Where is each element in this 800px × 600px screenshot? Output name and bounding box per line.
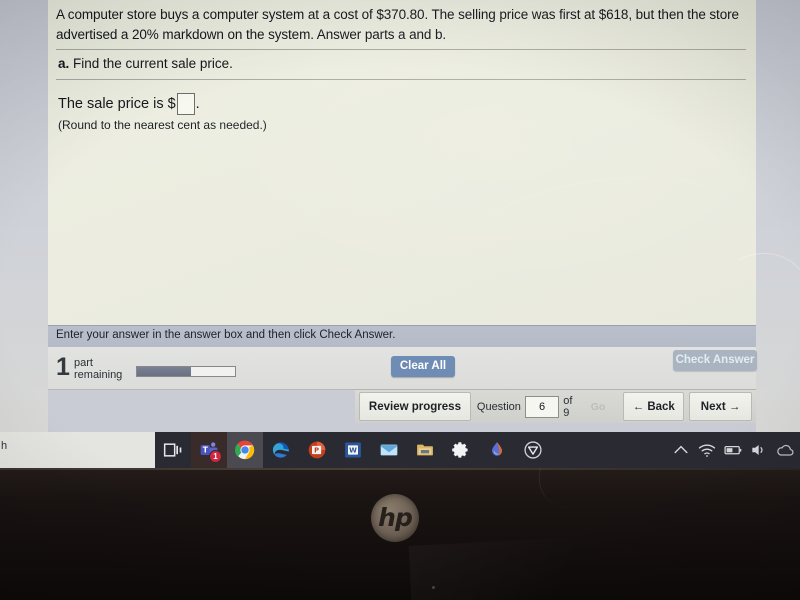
instruction-strip: Enter your answer in the answer box and …: [48, 325, 756, 348]
page-right-gutter: [756, 0, 800, 432]
parts-remaining-label-line1: part: [74, 357, 93, 369]
laptop-screen: A computer store buys a computer system …: [0, 0, 800, 432]
bezel-speck: [432, 586, 435, 589]
next-button[interactable]: Next →: [689, 392, 752, 421]
teams-unread-badge: 1: [209, 450, 222, 463]
shield-app-icon[interactable]: [515, 432, 551, 468]
instruction-text: Enter your answer in the answer box and …: [56, 329, 396, 341]
hp-brand-logo: hp: [371, 494, 419, 542]
taskbar-pinned-items: T 1 P W: [155, 432, 551, 468]
question-navigation-bar: Review progress Question 6 of 9 Go ← Bac…: [355, 389, 756, 423]
part-a-prompt: a. Find the current sale price.: [58, 56, 233, 71]
laptop-bezel: hp: [0, 468, 800, 600]
answer-prompt-line: The sale price is $.: [58, 93, 200, 115]
progress-bar-fill: [137, 367, 191, 376]
part-a-text: Find the current sale price.: [73, 56, 233, 71]
exercise-panel: A computer store buys a computer system …: [48, 0, 756, 325]
powerpoint-icon[interactable]: P: [299, 432, 335, 468]
page-left-gutter: [0, 0, 48, 432]
parts-remaining-label-line2: remaining: [74, 369, 123, 381]
question-label: Question: [476, 400, 521, 413]
word-icon[interactable]: W: [335, 432, 371, 468]
review-progress-button[interactable]: Review progress: [359, 392, 471, 421]
question-stem: A computer store buys a computer system …: [56, 7, 739, 42]
svg-text:P: P: [314, 447, 319, 455]
question-number-input[interactable]: 6: [524, 395, 560, 418]
droplet-app-icon[interactable]: [479, 432, 515, 468]
system-tray: [668, 432, 800, 468]
bezel-sheen: [408, 534, 642, 600]
parts-remaining-label: part remaining: [74, 357, 122, 381]
wifi-icon[interactable]: [694, 432, 720, 468]
svg-text:T: T: [203, 446, 209, 455]
bezel-edge-highlight: [0, 468, 800, 470]
progress-bar-track: [136, 366, 236, 377]
clear-all-button[interactable]: Clear All: [391, 356, 455, 377]
task-view-icon[interactable]: [155, 432, 191, 468]
microsoft-edge-icon[interactable]: [263, 432, 299, 468]
volume-icon[interactable]: [746, 432, 772, 468]
microsoft-teams-icon[interactable]: T 1: [191, 432, 227, 468]
answer-prompt-suffix: .: [195, 96, 200, 112]
settings-gear-icon[interactable]: [443, 432, 479, 468]
mail-icon[interactable]: [371, 432, 407, 468]
back-button[interactable]: ← Back: [623, 392, 685, 421]
answer-input-box[interactable]: [176, 93, 195, 115]
onedrive-icon[interactable]: [772, 432, 798, 468]
rounding-instruction: (Round to the nearest cent as needed.): [58, 118, 267, 132]
file-explorer-icon[interactable]: [407, 432, 443, 468]
question-total-label: of 9: [563, 394, 573, 419]
question-jump-group: Question 6 of 9 Go: [471, 390, 617, 423]
divider-above-part: [56, 49, 746, 50]
go-button[interactable]: Go: [585, 401, 612, 413]
windows-taskbar: T 1 P W: [155, 432, 800, 468]
divider-below-part: [56, 79, 746, 80]
part-a-letter: a.: [58, 56, 70, 71]
answer-prompt-prefix: The sale price is $: [58, 96, 176, 112]
hp-logo-text: hp: [378, 502, 413, 532]
google-chrome-icon[interactable]: [227, 432, 263, 468]
parts-remaining-count: 1: [56, 353, 70, 381]
cut-off-desktop-text: h: [1, 440, 8, 452]
show-hidden-icons-chevron-icon[interactable]: [668, 432, 694, 468]
laptop-photo: A computer store buys a computer system …: [0, 0, 800, 600]
bezel-reflection-curve: [530, 468, 661, 508]
control-bar: 1 part remaining Clear All Check Answer: [48, 347, 757, 390]
check-answer-button[interactable]: Check Answer: [673, 350, 757, 371]
svg-text:W: W: [349, 446, 357, 455]
desktop-strip: [0, 432, 155, 468]
battery-icon[interactable]: [720, 432, 746, 468]
